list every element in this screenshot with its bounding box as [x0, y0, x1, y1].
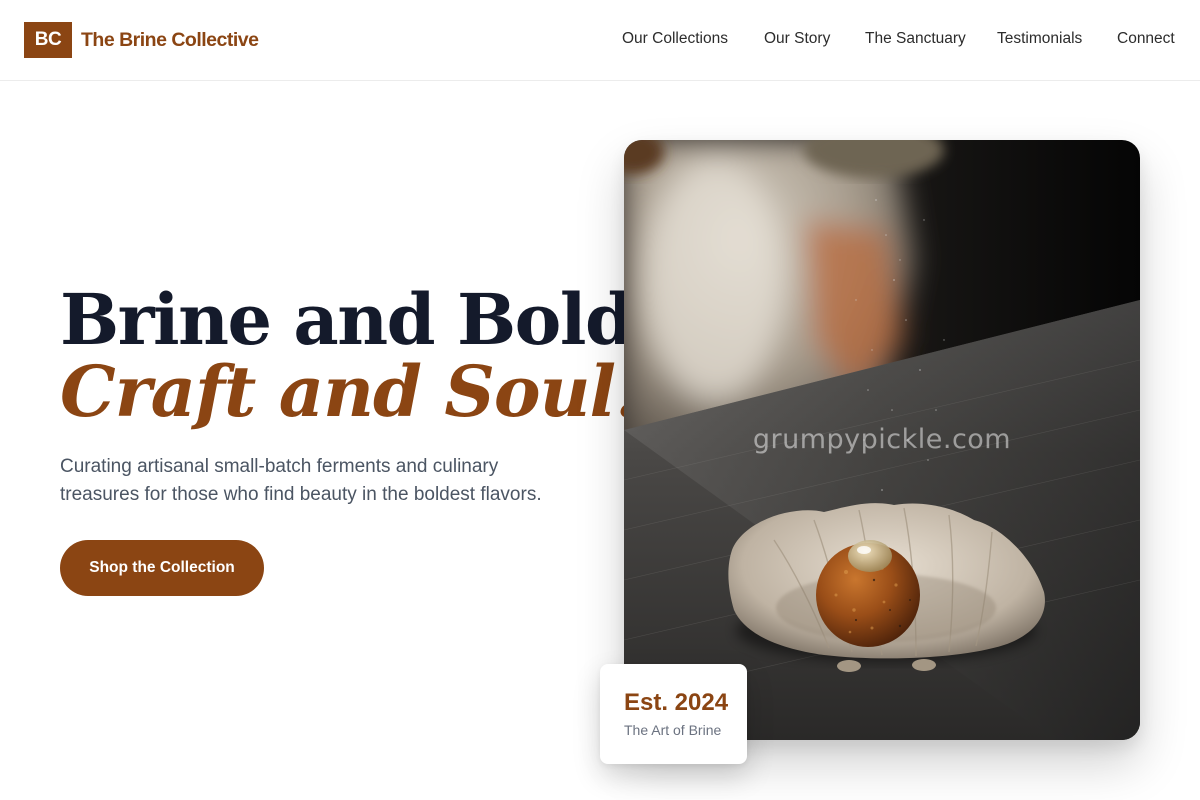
established-year: Est. 2024: [624, 689, 729, 716]
hero-image: grumpypickle.com: [624, 140, 1140, 740]
established-caption: The Art of Brine: [624, 722, 722, 738]
site-header: BC The Brine Collective Our Collections …: [0, 0, 1200, 81]
main-nav: Our Collections Our Story The Sanctuary …: [0, 0, 1200, 80]
nav-link-our-story[interactable]: Our Story: [764, 30, 830, 48]
nav-link-connect[interactable]: Connect: [1117, 30, 1175, 48]
nav-link-testimonials[interactable]: Testimonials: [997, 30, 1082, 48]
nav-link-the-sanctuary[interactable]: The Sanctuary: [865, 30, 966, 48]
hero-title-line-1: Brine and Bold,: [60, 278, 657, 361]
image-watermark: grumpypickle.com: [752, 424, 1012, 455]
established-badge: Est. 2024 The Art of Brine: [600, 664, 747, 764]
hero-title-line-2: Craft and Soul.: [60, 350, 639, 433]
nav-link-our-collections[interactable]: Our Collections: [622, 30, 728, 48]
hero-subtitle: Curating artisanal small-batch ferments …: [60, 456, 542, 505]
hero-title: Brine and Bold, Craft and Soul.: [60, 278, 657, 433]
shop-collection-button[interactable]: Shop the Collection: [60, 540, 264, 596]
